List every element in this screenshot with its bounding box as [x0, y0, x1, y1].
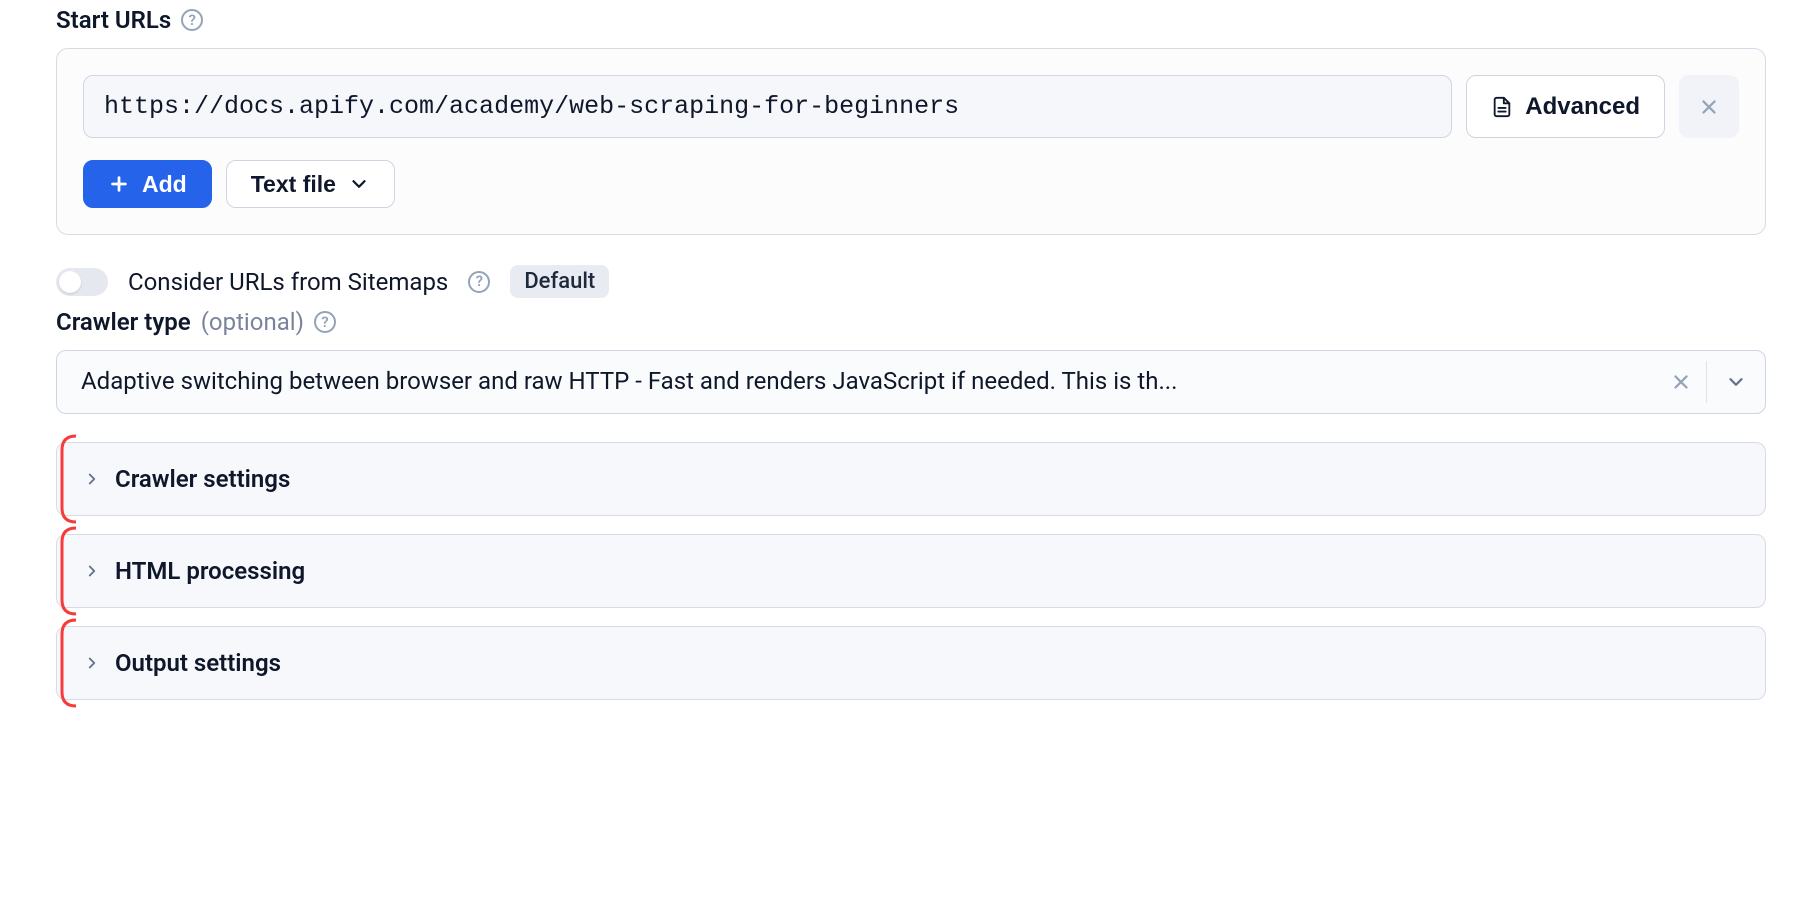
crawler-type-label-row: Crawler type (optional) ?: [56, 308, 1766, 336]
default-badge: Default: [510, 265, 609, 298]
url-row: Advanced: [83, 75, 1739, 138]
help-icon[interactable]: ?: [181, 9, 203, 31]
chevron-down-icon: [348, 173, 370, 195]
add-url-button[interactable]: Add: [83, 160, 212, 208]
chevron-right-icon: [83, 562, 101, 580]
start-urls-label-row: Start URLs ?: [56, 6, 1766, 34]
start-urls-label: Start URLs: [56, 6, 171, 34]
sitemaps-toggle[interactable]: [56, 268, 108, 296]
remove-url-button[interactable]: [1679, 75, 1739, 138]
select-chevron[interactable]: [1706, 361, 1765, 403]
help-icon[interactable]: ?: [314, 311, 336, 333]
close-icon: [1698, 96, 1720, 118]
plus-icon: [108, 173, 130, 195]
url-input[interactable]: [83, 75, 1452, 138]
chevron-right-icon: [83, 654, 101, 672]
accordion-output-settings[interactable]: Output settings: [56, 626, 1766, 700]
sitemaps-row: Consider URLs from Sitemaps ? Default: [56, 265, 1766, 298]
crawler-type-select[interactable]: Adaptive switching between browser and r…: [56, 350, 1766, 414]
text-file-button[interactable]: Text file: [226, 160, 395, 208]
close-icon: [1670, 371, 1692, 393]
start-urls-panel: Advanced Add: [56, 48, 1766, 235]
add-url-label: Add: [142, 171, 187, 198]
advanced-button-label: Advanced: [1525, 93, 1640, 121]
clear-select-button[interactable]: [1656, 371, 1706, 393]
chevron-right-icon: [83, 470, 101, 488]
sitemaps-label: Consider URLs from Sitemaps: [128, 268, 448, 296]
accordion-html-processing[interactable]: HTML processing: [56, 534, 1766, 608]
accordion-title: HTML processing: [115, 557, 305, 585]
crawler-type-value: Adaptive switching between browser and r…: [81, 366, 1656, 397]
optional-label: (optional): [201, 308, 304, 336]
accordion-title: Output settings: [115, 649, 281, 677]
text-file-label: Text file: [251, 171, 336, 198]
chevron-down-icon: [1725, 371, 1747, 393]
document-icon: [1491, 96, 1513, 118]
advanced-button[interactable]: Advanced: [1466, 75, 1665, 138]
crawler-type-label: Crawler type: [56, 308, 191, 336]
url-actions: Add Text file: [83, 160, 1739, 208]
help-icon[interactable]: ?: [468, 271, 490, 293]
accordion-crawler-settings[interactable]: Crawler settings: [56, 442, 1766, 516]
accordion-title: Crawler settings: [115, 465, 290, 493]
